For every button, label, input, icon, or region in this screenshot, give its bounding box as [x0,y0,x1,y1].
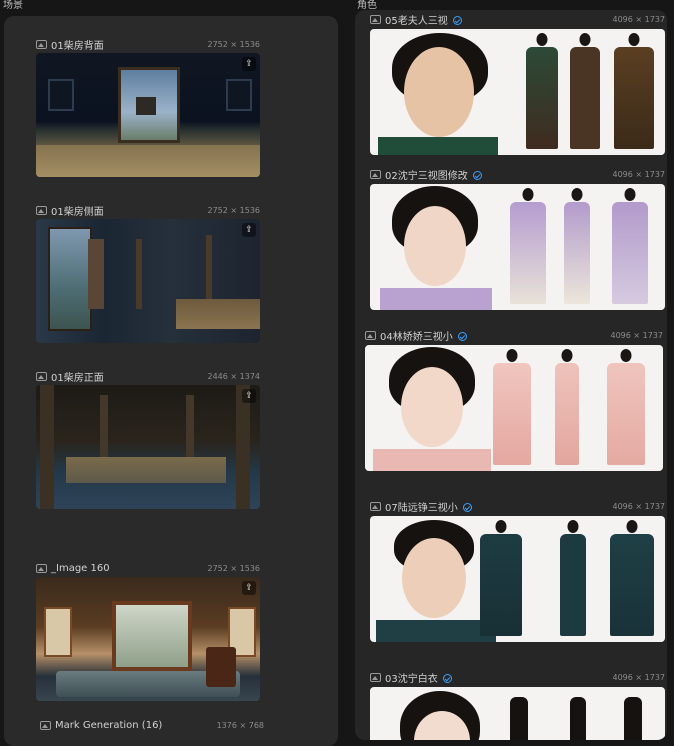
scenes-panel: 01柴房背面 2752 × 1536 ⇪ 01柴房侧面 2752 × 1536 … [4,16,338,746]
scene-card-header: _Image 160 2752 × 1536 [36,561,260,575]
scene-title: _Image 160 [51,562,110,574]
scene-card-header: 01柴房正面 2446 × 1374 [36,369,260,384]
verified-badge-icon [452,15,462,25]
scene-dimensions: 2752 × 1536 [207,563,260,573]
character-card[interactable]: 04林娇娇三视小 4096 × 1737 [365,328,663,473]
image-icon [365,330,376,340]
character-card-header: 04林娇娇三视小 4096 × 1737 [365,328,663,343]
scene-card[interactable]: 01柴房背面 2752 × 1536 ⇪ [36,37,260,197]
scene-card-header: Mark Generation (16) 1376 × 768 [40,718,264,732]
scene-card[interactable]: 01柴房侧面 2752 × 1536 ⇪ [36,203,260,353]
upload-icon[interactable]: ⇪ [242,389,256,403]
character-title: 03沈宁白衣 [385,673,438,685]
character-dimensions: 4096 × 1737 [612,14,665,24]
scene-thumbnail[interactable]: ⇪ [36,385,260,509]
scene-dimensions: 2752 × 1536 [207,39,260,49]
image-icon [370,672,381,682]
character-card-header: 03沈宁白衣 4096 × 1737 [370,670,665,685]
character-thumbnail[interactable] [370,184,665,310]
scene-dimensions: 2752 × 1536 [207,205,260,215]
verified-badge-icon [462,502,472,512]
scene-card[interactable]: Mark Generation (16) 1376 × 768 [40,718,264,746]
scene-thumbnail[interactable]: ⇪ [36,53,260,177]
image-icon [36,205,47,215]
character-thumbnail[interactable] [370,29,665,155]
characters-panel: 05老夫人三视 4096 × 1737 02沈宁三视图修改 4096 × 173… [355,10,667,740]
image-icon [36,39,47,49]
character-title: 05老夫人三视 [385,15,448,27]
image-icon [40,720,51,730]
image-icon [370,14,381,24]
verified-badge-icon [472,170,482,180]
character-card-header: 05老夫人三视 4096 × 1737 [370,12,665,27]
character-card[interactable]: 07陆远铮三视小 4096 × 1737 [370,499,665,644]
scene-dimensions: 1376 × 768 [216,720,264,730]
character-dimensions: 4096 × 1737 [612,672,665,682]
character-card[interactable]: 02沈宁三视图修改 4096 × 1737 [370,167,665,312]
character-title: 07陆远铮三视小 [385,502,458,514]
character-card-header: 02沈宁三视图修改 4096 × 1737 [370,167,665,182]
scene-title: 01柴房背面 [51,40,104,52]
scene-card[interactable]: 01柴房正面 2446 × 1374 ⇪ [36,369,260,519]
character-thumbnail[interactable] [370,516,665,642]
image-icon [36,371,47,381]
scene-card[interactable]: _Image 160 2752 × 1536 ⇪ [36,561,260,711]
upload-icon[interactable]: ⇪ [242,581,256,595]
scene-thumbnail[interactable]: ⇪ [36,219,260,343]
character-title: 04林娇娇三视小 [380,331,453,343]
image-icon [370,501,381,511]
verified-badge-icon [442,673,452,683]
character-thumbnail[interactable] [370,687,665,740]
character-card[interactable]: 03沈宁白衣 4096 × 1737 [370,670,665,740]
scene-dimensions: 2446 × 1374 [207,371,260,381]
character-card[interactable]: 05老夫人三视 4096 × 1737 [370,12,665,157]
character-card-header: 07陆远铮三视小 4096 × 1737 [370,499,665,514]
scene-title: Mark Generation (16) [55,719,163,731]
character-title: 02沈宁三视图修改 [385,170,468,182]
character-dimensions: 4096 × 1737 [612,169,665,179]
character-dimensions: 4096 × 1737 [610,330,663,340]
upload-icon[interactable]: ⇪ [242,223,256,237]
upload-icon[interactable]: ⇪ [242,57,256,71]
image-icon [36,563,47,573]
scene-card-header: 01柴房背面 2752 × 1536 [36,37,260,52]
scene-title: 01柴房正面 [51,372,104,384]
scene-thumbnail[interactable]: ⇪ [36,577,260,701]
character-thumbnail[interactable] [365,345,663,471]
scene-title: 01柴房侧面 [51,206,104,218]
scenes-section-label: 场景 [3,0,23,11]
image-icon [370,169,381,179]
verified-badge-icon [457,331,467,341]
scene-card-header: 01柴房侧面 2752 × 1536 [36,203,260,218]
character-dimensions: 4096 × 1737 [612,501,665,511]
